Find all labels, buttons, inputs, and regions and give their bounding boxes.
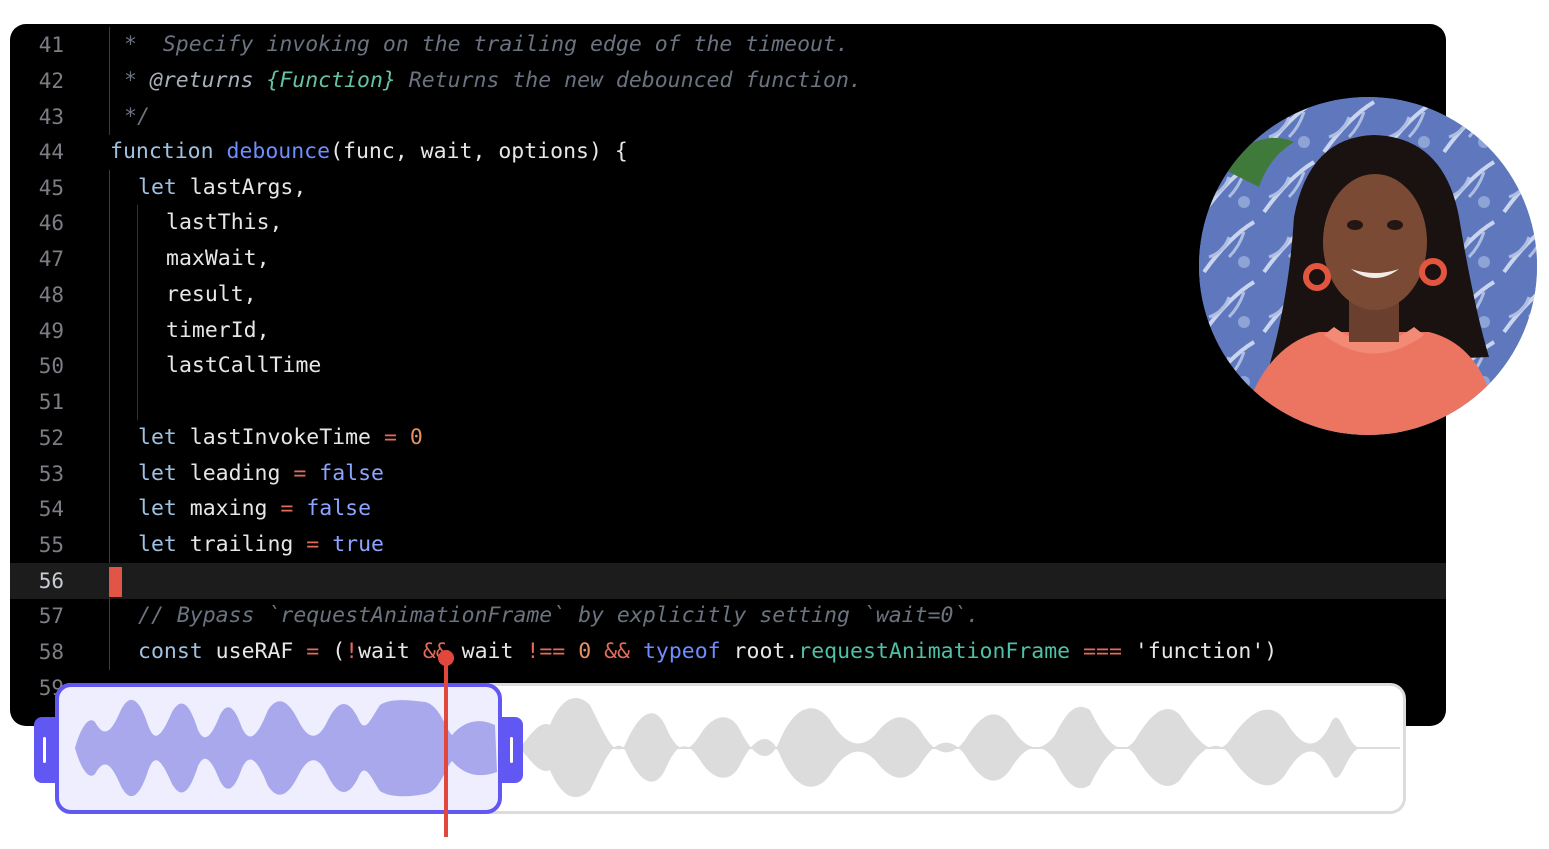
trim-handle-left[interactable] [34, 717, 56, 783]
waveform-selected [75, 699, 497, 797]
trim-handle-right[interactable] [501, 717, 523, 783]
playhead[interactable] [444, 657, 448, 837]
playhead-knob[interactable] [438, 650, 454, 666]
